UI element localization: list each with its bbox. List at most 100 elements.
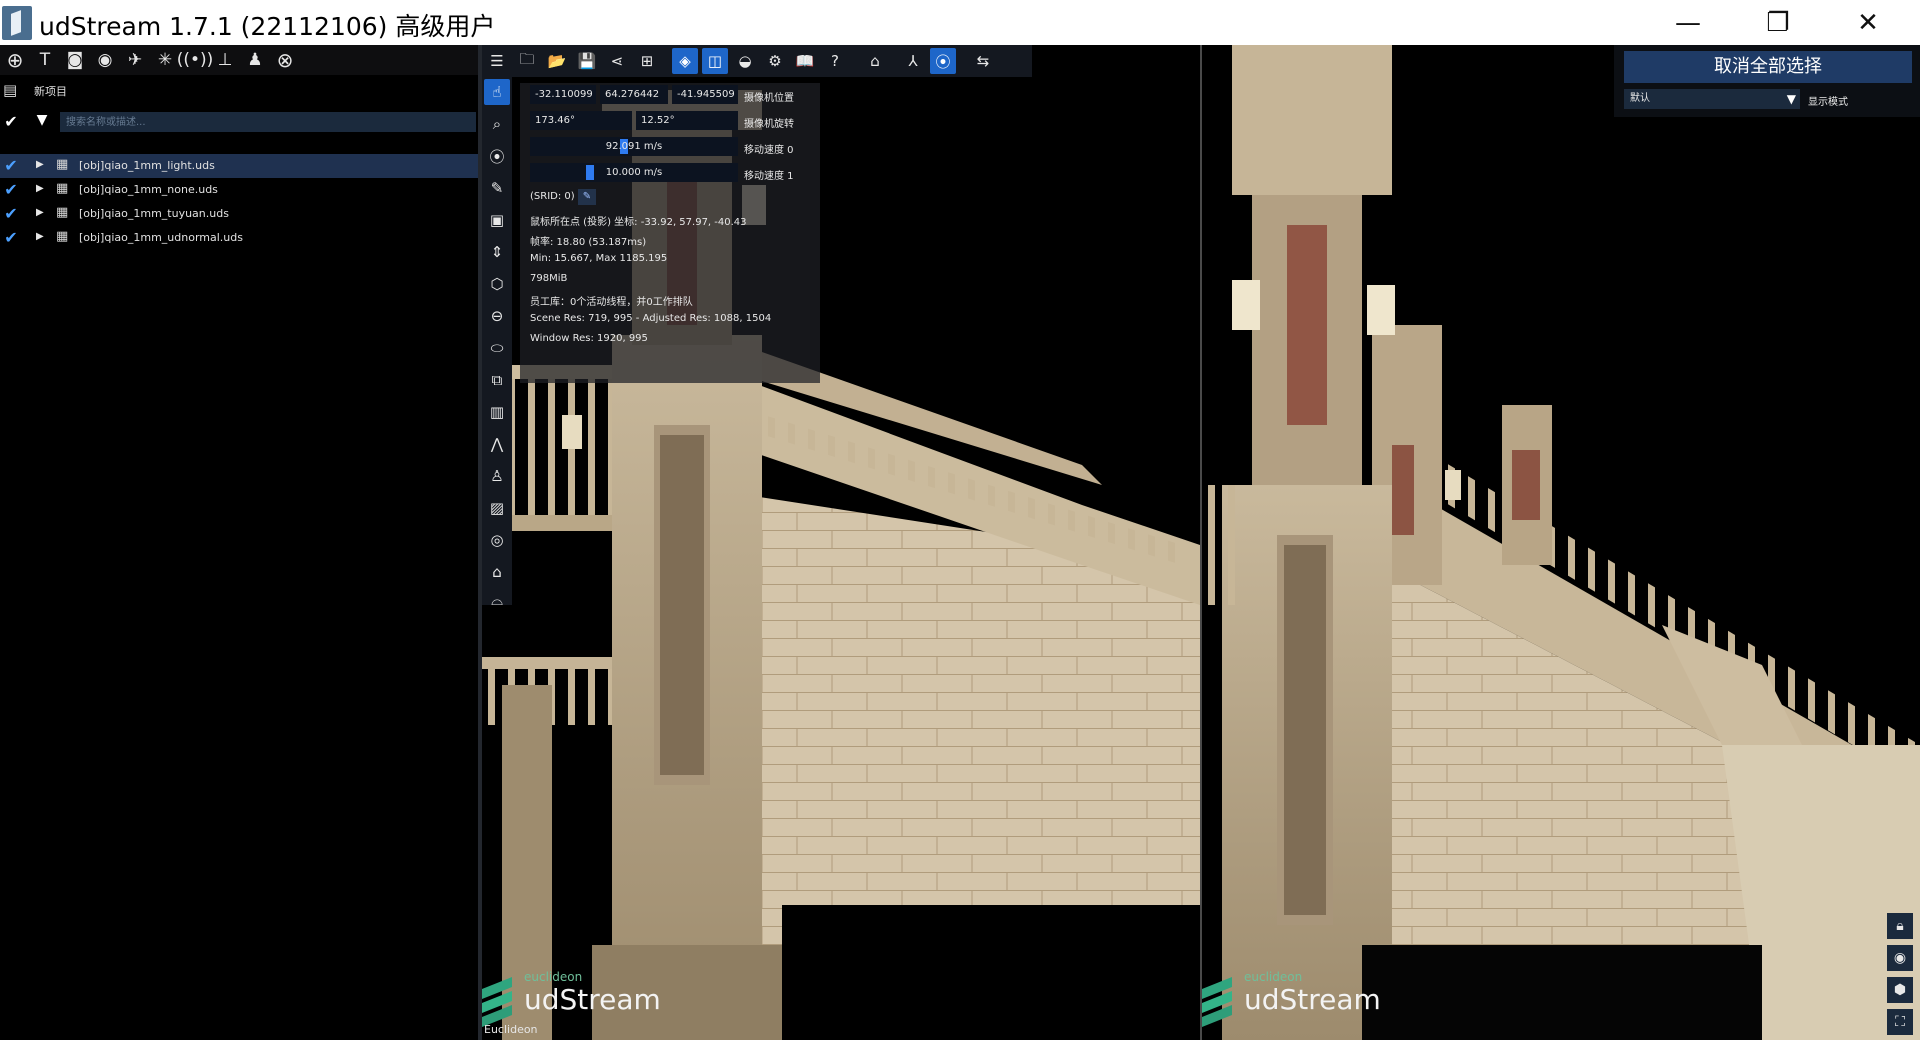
- visibility-check-icon[interactable]: ✔: [2, 181, 20, 199]
- 3d-viewport[interactable]: ☝ ⌕ ⦿ ✎ ▣ ⇕ ⬡ ⊖ ⬭ ⧉ ▥ ⋀ ♙ ▨ ◎ ⌂ ⌓ ☰ 🗀 📂 …: [482, 45, 1920, 1040]
- srid-edit-button[interactable]: ✎: [578, 189, 596, 205]
- cube-icon[interactable]: ⬢: [1887, 977, 1913, 1003]
- pointcloud-file-icon: ▦: [56, 205, 69, 220]
- move-speed-0-label: 移动速度 0: [744, 145, 794, 156]
- crop-box-icon[interactable]: ⧉: [484, 367, 510, 393]
- axis-icon[interactable]: ⅄: [900, 48, 926, 74]
- scene-item-label: [obj]qiao_1mm_light.uds: [79, 159, 215, 172]
- location-pin-icon[interactable]: ⦿: [484, 143, 510, 169]
- vertical-tool-strip: ☝ ⌕ ⦿ ✎ ▣ ⇕ ⬡ ⊖ ⬭ ⧉ ▥ ⋀ ♙ ▨ ◎ ⌂ ⌓: [482, 45, 512, 609]
- camera-pos-y-field[interactable]: 64.276442: [600, 85, 668, 104]
- deselect-all-button[interactable]: 取消全部选择: [1624, 51, 1912, 83]
- expand-arrow-icon[interactable]: ▶: [36, 159, 44, 170]
- window-resolution-text: Window Res: 1920, 995: [530, 333, 648, 344]
- chevron-down-icon: ▼: [1786, 92, 1796, 106]
- swap-view-icon[interactable]: ⇆: [970, 48, 996, 74]
- globe-icon[interactable]: ◒: [732, 48, 758, 74]
- pointcloud-file-icon: ▦: [56, 181, 69, 196]
- maximize-button[interactable]: ❐: [1748, 0, 1808, 45]
- minimize-button[interactable]: —: [1658, 0, 1718, 45]
- ruler-icon[interactable]: ⌓: [484, 587, 510, 613]
- visibility-check-icon[interactable]: ✔: [2, 157, 20, 175]
- camera-pitch-field[interactable]: 12.52°: [636, 111, 738, 130]
- home-icon[interactable]: ⌂: [862, 48, 888, 74]
- image-icon[interactable]: ▨: [484, 495, 510, 521]
- cancel-icon[interactable]: ⊗: [272, 47, 298, 73]
- lock-icon[interactable]: 🔒︎: [1887, 913, 1913, 939]
- box-icon[interactable]: ⬡: [484, 271, 510, 297]
- expand-arrow-icon[interactable]: ▶: [36, 231, 44, 242]
- add-icon[interactable]: ⊕: [2, 47, 28, 73]
- hatch-icon[interactable]: ▥: [484, 399, 510, 425]
- close-icon: ✕: [1857, 7, 1879, 38]
- zoom-search-icon[interactable]: ⌕: [484, 111, 510, 137]
- layers-icon[interactable]: ◈: [672, 48, 698, 74]
- fullscreen-icon[interactable]: ⛶: [1887, 1009, 1913, 1035]
- camera-pos-z-field[interactable]: -41.945509: [672, 85, 738, 104]
- expand-arrow-icon[interactable]: ▶: [36, 183, 44, 194]
- display-mode-value: 默认: [1630, 93, 1650, 104]
- viewshed-icon[interactable]: ◎: [484, 527, 510, 553]
- viewport-toolbar: ☰ 🗀 📂 💾 ⋖ ⊞ ◈ ◫ ◒ ⚙ 📖 ? ⌂ ⅄ ⦿ ⇆: [490, 45, 1032, 77]
- eye-icon[interactable]: ◉: [1887, 945, 1913, 971]
- help-icon[interactable]: ?: [822, 48, 848, 74]
- share-icon[interactable]: ⋖: [604, 48, 630, 74]
- stamp-icon[interactable]: ⊥: [212, 47, 238, 73]
- logo-euclideon-text: euclideon: [524, 970, 583, 984]
- project-row[interactable]: ▤ 新项目: [0, 79, 478, 103]
- profile-line-icon[interactable]: ⋀: [484, 431, 510, 457]
- save-icon[interactable]: 💾: [574, 48, 600, 74]
- close-button[interactable]: ✕: [1838, 0, 1898, 45]
- camera-heading-field[interactable]: 173.46°: [530, 111, 632, 130]
- visibility-check-icon[interactable]: ✔: [2, 229, 20, 247]
- measure-line-icon[interactable]: ✎: [484, 175, 510, 201]
- height-measure-icon[interactable]: ⇕: [484, 239, 510, 265]
- restore-icon: ❐: [1766, 7, 1790, 38]
- scene-item-row[interactable]: ✔ ▶ ▦ [obj]qiao_1mm_light.uds: [0, 154, 478, 178]
- filter-icon[interactable]: ▼: [32, 112, 52, 132]
- select-all-check-icon[interactable]: ✔: [2, 113, 20, 131]
- scene-item-row[interactable]: ✔ ▶ ▦ [obj]qiao_1mm_tuyuan.uds: [0, 202, 478, 226]
- measure-area-icon[interactable]: ▣: [484, 207, 510, 233]
- project-label: 新项目: [34, 85, 67, 98]
- display-mode-select[interactable]: 默认 ▼: [1624, 89, 1800, 109]
- text-label-icon[interactable]: T: [32, 47, 58, 73]
- annotate-icon[interactable]: ⌂: [484, 559, 510, 585]
- scene-item-label: [obj]qiao_1mm_udnormal.uds: [79, 231, 243, 244]
- camera-icon[interactable]: ◙: [62, 47, 88, 73]
- camera-position-label: 摄像机位置: [744, 93, 794, 104]
- book-icon[interactable]: 📖: [792, 48, 818, 74]
- min-max-text: Min: 15.667, Max 1185.195: [530, 253, 668, 264]
- scene-item-row[interactable]: ✔ ▶ ▦ [obj]qiao_1mm_udnormal.uds: [0, 226, 478, 250]
- pan-hand-icon[interactable]: ☝: [484, 79, 510, 105]
- sphere-icon[interactable]: ⊖: [484, 303, 510, 329]
- settings-gear-icon[interactable]: ⚙: [762, 48, 788, 74]
- edit-icon: ✎: [582, 191, 592, 202]
- tripod-icon[interactable]: ♙: [484, 463, 510, 489]
- network-icon[interactable]: ✳: [152, 47, 178, 73]
- camera-pos-x-field[interactable]: -32.110099: [530, 85, 596, 104]
- camera-viewpoint-icon[interactable]: ◉: [92, 47, 118, 73]
- logo-udstream-text: udStream: [524, 983, 661, 1016]
- capsule-icon[interactable]: ⬭: [484, 335, 510, 361]
- map-pin-icon[interactable]: ⦿: [930, 48, 956, 74]
- scene-item-row[interactable]: ✔ ▶ ▦ [obj]qiao_1mm_none.uds: [0, 178, 478, 202]
- bbs-icon[interactable]: ⊞: [634, 48, 660, 74]
- move-speed-0-value: 92.091 m/s: [605, 141, 663, 152]
- split-view-icon[interactable]: ◫: [702, 48, 728, 74]
- move-speed-1-slider[interactable]: 10.000 m/s: [530, 163, 738, 182]
- flythrough-icon[interactable]: ✈: [122, 47, 148, 73]
- new-project-icon[interactable]: 🗀: [514, 48, 540, 74]
- window-title: udStream 1.7.1 (22112106) 高级用户: [39, 12, 496, 41]
- person-pin-icon[interactable]: ♟: [242, 47, 268, 73]
- logo-euclideon-text: euclideon: [1244, 970, 1303, 984]
- open-folder-icon[interactable]: 📂: [544, 48, 570, 74]
- move-speed-0-slider[interactable]: 92.091 m/s: [530, 137, 738, 156]
- broadcast-icon[interactable]: ((•)): [177, 47, 214, 73]
- scene-view-right[interactable]: [1202, 45, 1920, 1040]
- expand-arrow-icon[interactable]: ▶: [36, 207, 44, 218]
- search-input[interactable]: [60, 112, 476, 132]
- visibility-check-icon[interactable]: ✔: [2, 205, 20, 223]
- frame-rate-text: 帧率: 18.80 (53.187ms): [530, 237, 647, 248]
- menu-icon[interactable]: ☰: [484, 48, 510, 74]
